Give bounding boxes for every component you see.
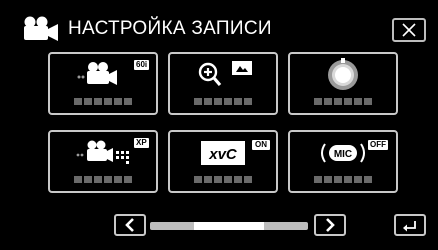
xvc-icon: xvC	[201, 141, 245, 165]
placeholder-label	[50, 176, 156, 183]
off-badge: OFF	[368, 140, 388, 150]
placeholder-label	[170, 176, 276, 183]
quality-badge: 60i	[134, 60, 150, 70]
tile-shutter[interactable]	[288, 52, 398, 115]
page-title: НАСТРОЙКА ЗАПИСИ	[68, 18, 272, 39]
page-scrollbar[interactable]	[150, 222, 308, 230]
close-icon	[402, 23, 416, 37]
xp-badge: XP	[134, 138, 149, 148]
placeholder-label	[290, 176, 396, 183]
screen: НАСТРОЙКА ЗАПИСИ 60i XP xvC ON MIC OFF	[0, 0, 438, 250]
zoom-icon	[198, 61, 252, 87]
prev-page-button[interactable]	[114, 214, 146, 236]
page-header: НАСТРОЙКА ЗАПИСИ	[18, 14, 272, 44]
tile-xvc[interactable]: xvC ON	[168, 130, 278, 193]
close-button[interactable]	[392, 18, 426, 42]
return-icon	[403, 221, 416, 232]
dial-icon	[328, 58, 358, 90]
back-button[interactable]	[394, 214, 426, 236]
chevron-right-icon	[326, 218, 335, 232]
scroll-thumb[interactable]	[194, 222, 264, 230]
chevron-left-icon	[125, 218, 134, 232]
tile-zoom[interactable]	[168, 52, 278, 115]
tile-x-v-color[interactable]: XP	[48, 130, 158, 193]
placeholder-label	[50, 98, 156, 105]
tile-mic[interactable]: MIC OFF	[288, 130, 398, 193]
camcorder-xp-icon	[76, 140, 129, 164]
placeholder-label	[290, 98, 396, 105]
placeholder-label	[170, 98, 276, 105]
camcorder-icon	[77, 62, 117, 85]
on-badge: ON	[252, 140, 270, 150]
xvc-label: xvC	[208, 146, 238, 163]
mic-label: MIC	[334, 149, 352, 160]
camcorder-icon	[24, 16, 58, 41]
next-page-button[interactable]	[314, 214, 346, 236]
tile-video-quality[interactable]: 60i	[48, 52, 158, 115]
mic-icon: MIC	[321, 143, 365, 163]
